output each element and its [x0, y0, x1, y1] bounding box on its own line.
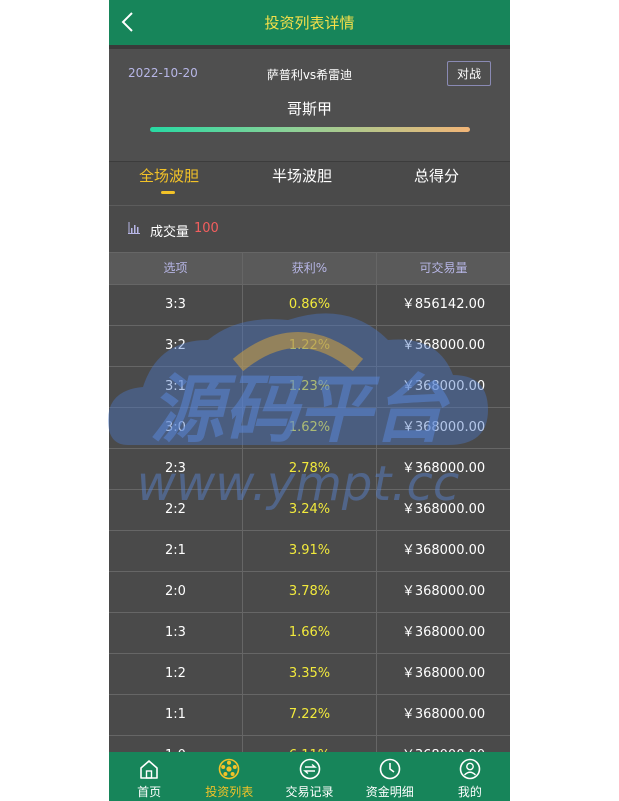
nav-item-profile[interactable]: 我的 [430, 752, 510, 801]
home-icon [140, 760, 158, 779]
cell-profit: 1.22% [243, 326, 377, 366]
table-header-row: 选项 获利% 可交易量 [109, 252, 510, 285]
table-row: 1:2 3.35% ￥368000.00 [109, 654, 510, 695]
table-row: 2:1 3.91% ￥368000.00 [109, 531, 510, 572]
cell-profit: 2.78% [243, 449, 377, 489]
nav-label-fund-details: 资金明细 [365, 785, 414, 799]
nav-label-profile: 我的 [457, 785, 482, 799]
bar-chart-icon [128, 222, 140, 234]
cell-option: 3:3 [109, 285, 243, 325]
cell-profit: 1.66% [243, 613, 377, 653]
match-pick: 哥斯甲 [286, 100, 332, 118]
cell-option: 2:2 [109, 490, 243, 530]
top-header: 投资列表详情 [109, 0, 510, 45]
odds-table: 选项 获利% 可交易量 3:3 0.86% ￥856142.00 3:2 1.22% ￥3… [109, 252, 510, 777]
user-icon [459, 758, 481, 780]
tab-total-points[interactable]: 总得分 [414, 165, 459, 186]
table-row: 3:0 1.62% ￥368000.00 [109, 408, 510, 449]
cell-amount: ￥368000.00 [401, 502, 486, 517]
cell-option: 3:1 [109, 367, 243, 407]
match-card: 2022-10-20 萨普利vs希雷迪 对战 哥斯甲 [109, 49, 510, 162]
nav-label-home: 首页 [137, 785, 162, 799]
cell-option: 3:0 [109, 408, 243, 448]
cell-option: 2:0 [109, 572, 243, 612]
cell-profit: 0.86% [243, 285, 377, 325]
cell-amount: ￥368000.00 [401, 420, 486, 435]
app-screen: 投资列表详情 2022-10-20 萨普利vs希雷迪 对战 哥斯甲 全场波胆 半… [109, 0, 510, 801]
cell-profit: 3.35% [243, 654, 377, 694]
cell-profit: 1.23% [243, 367, 377, 407]
cell-profit: 1.62% [243, 408, 377, 448]
cell-amount: ￥368000.00 [401, 338, 486, 353]
active-tab-indicator [161, 191, 175, 194]
exchange-icon [299, 758, 320, 780]
nav-label-invest-list: 投资列表 [205, 785, 254, 799]
cell-option: 3:2 [109, 326, 243, 366]
volume-label: 成交量 [150, 225, 190, 240]
cell-option: 1:1 [109, 695, 243, 735]
nav-item-trade-records[interactable]: 交易记录 [269, 752, 349, 801]
cell-amount: ￥368000.00 [401, 707, 486, 722]
cell-amount: ￥368000.00 [401, 461, 486, 476]
page-title: 投资列表详情 [264, 14, 355, 32]
table-row: 1:3 1.66% ￥368000.00 [109, 613, 510, 654]
cell-profit: 3.78% [243, 572, 377, 612]
cell-profit: 3.24% [243, 490, 377, 530]
back-arrow-icon[interactable] [119, 11, 139, 33]
cell-amount: ￥368000.00 [401, 379, 486, 394]
cell-profit: 3.91% [243, 531, 377, 571]
volume-row: 成交量 100 [109, 206, 510, 252]
cell-amount: ￥368000.00 [401, 666, 486, 681]
table-row: 2:2 3.24% ￥368000.00 [109, 490, 510, 531]
table-row: 3:2 1.22% ￥368000.00 [109, 326, 510, 367]
cell-option: 1:2 [109, 654, 243, 694]
ball-icon [218, 758, 240, 780]
column-header-profit: 获利% [243, 253, 377, 284]
cell-profit: 7.22% [243, 695, 377, 735]
cell-amount: ￥368000.00 [401, 584, 486, 599]
versus-button[interactable]: 对战 [447, 61, 491, 86]
volume-value: 100 [194, 221, 219, 236]
cell-option: 2:3 [109, 449, 243, 489]
nav-item-invest-list[interactable]: 投资列表 [189, 752, 269, 801]
cell-amount: ￥856142.00 [401, 297, 486, 312]
odds-tabs: 全场波胆 半场波胆 总得分 [109, 161, 510, 206]
nav-item-home[interactable]: 首页 [109, 752, 189, 801]
clock-icon [379, 758, 401, 780]
table-row: 2:0 3.78% ￥368000.00 [109, 572, 510, 613]
cell-amount: ￥368000.00 [401, 543, 486, 558]
tab-full-score[interactable]: 全场波胆 [139, 165, 199, 186]
table-row: 2:3 2.78% ￥368000.00 [109, 449, 510, 490]
bottom-nav: 首页 投资列表 交易记录 资金明细 我的 [109, 752, 510, 801]
column-header-option: 选项 [109, 253, 243, 284]
nav-item-fund-details[interactable]: 资金明细 [350, 752, 430, 801]
cell-amount: ￥368000.00 [401, 625, 486, 640]
cell-option: 2:1 [109, 531, 243, 571]
cell-option: 1:3 [109, 613, 243, 653]
table-row: 3:1 1.23% ￥368000.00 [109, 367, 510, 408]
table-row: 1:1 7.22% ￥368000.00 [109, 695, 510, 736]
nav-label-trade-records: 交易记录 [285, 785, 334, 799]
table-row: 3:3 0.86% ￥856142.00 [109, 285, 510, 326]
tab-half-score[interactable]: 半场波胆 [272, 165, 332, 186]
column-header-amount: 可交易量 [419, 261, 468, 275]
gradient-bar [150, 127, 470, 132]
